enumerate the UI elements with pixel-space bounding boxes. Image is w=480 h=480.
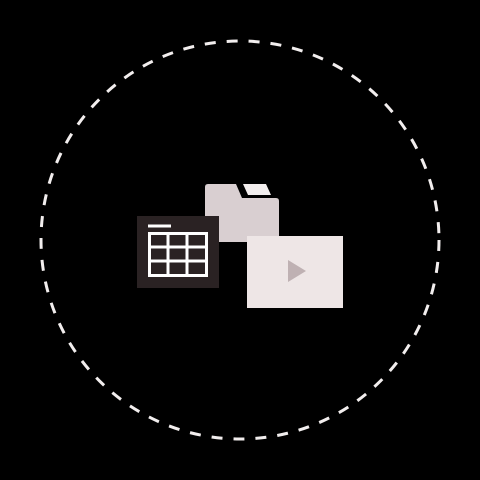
illustration-stage [0, 0, 480, 480]
spreadsheet-icon [137, 216, 219, 288]
video-file-icon [247, 236, 343, 308]
folder-tab-highlight [243, 184, 271, 195]
file-types-illustration [39, 39, 441, 441]
